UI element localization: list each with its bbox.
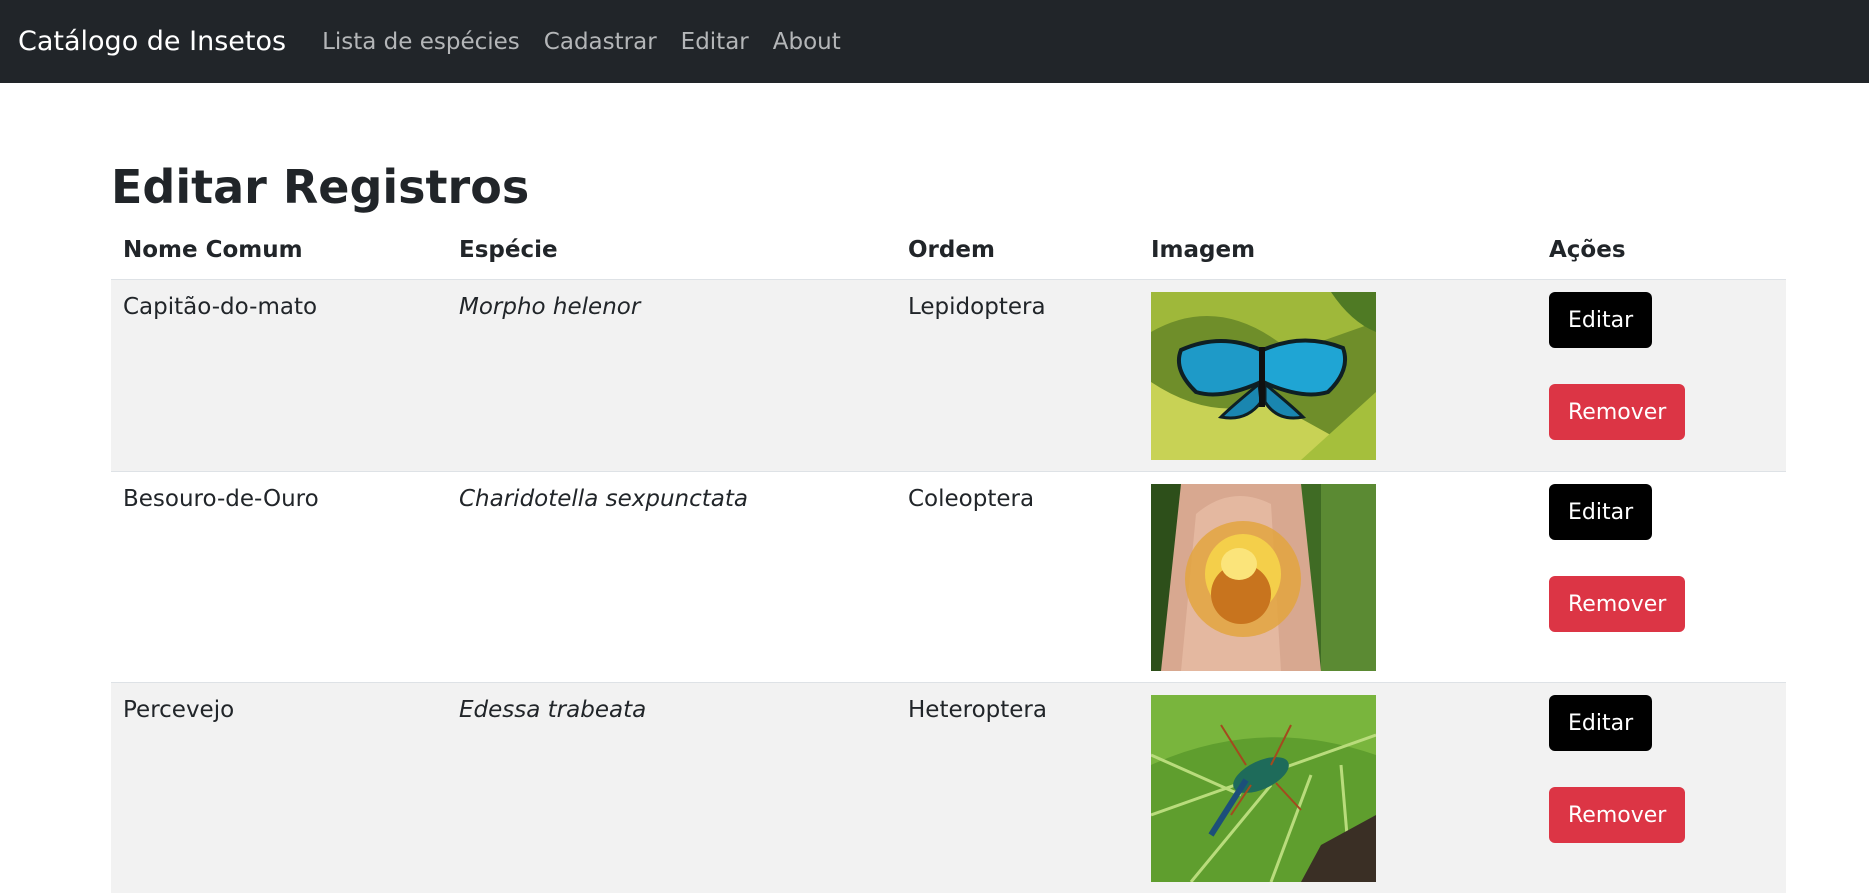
cell-actions: Editar Remover bbox=[1537, 472, 1786, 683]
header-ordem: Ordem bbox=[896, 229, 1139, 280]
nav-link-lista[interactable]: Lista de espécies bbox=[322, 29, 520, 55]
table-row: Capitão-do-mato Morpho helenor Lepidopte… bbox=[111, 280, 1786, 472]
cell-order: Lepidoptera bbox=[896, 280, 1139, 472]
stink-bug-photo bbox=[1151, 695, 1376, 882]
edit-button[interactable]: Editar bbox=[1549, 695, 1652, 751]
header-nome-comum: Nome Comum bbox=[111, 229, 447, 280]
nav-link-about[interactable]: About bbox=[773, 29, 841, 55]
header-acoes: Ações bbox=[1537, 229, 1786, 280]
navbar-brand[interactable]: Catálogo de Insetos bbox=[18, 26, 286, 57]
remove-button[interactable]: Remover bbox=[1549, 787, 1685, 843]
header-especie: Espécie bbox=[447, 229, 896, 280]
cell-image bbox=[1139, 280, 1537, 472]
records-table: Nome Comum Espécie Ordem Imagem Ações Ca… bbox=[111, 229, 1786, 893]
cell-common-name: Percevejo bbox=[111, 683, 447, 893]
page-title: Editar Registros bbox=[111, 159, 1786, 215]
table-header-row: Nome Comum Espécie Ordem Imagem Ações bbox=[111, 229, 1786, 280]
table-row: Percevejo Edessa trabeata Heteroptera bbox=[111, 683, 1786, 893]
table-row: Besouro-de-Ouro Charidotella sexpunctata… bbox=[111, 472, 1786, 683]
main-container: Editar Registros Nome Comum Espécie Orde… bbox=[111, 83, 1786, 893]
cell-order: Coleoptera bbox=[896, 472, 1139, 683]
cell-actions: Editar Remover bbox=[1537, 683, 1786, 893]
cell-species: Charidotella sexpunctata bbox=[447, 472, 896, 683]
nav-link-cadastrar[interactable]: Cadastrar bbox=[544, 29, 657, 55]
cell-image bbox=[1139, 683, 1537, 893]
nav-link-editar[interactable]: Editar bbox=[681, 29, 749, 55]
cell-image bbox=[1139, 472, 1537, 683]
remove-button[interactable]: Remover bbox=[1549, 576, 1685, 632]
blue-butterfly-photo bbox=[1151, 292, 1376, 460]
cell-order: Heteroptera bbox=[896, 683, 1139, 893]
cell-common-name: Capitão-do-mato bbox=[111, 280, 447, 472]
cell-species: Morpho helenor bbox=[447, 280, 896, 472]
golden-beetle-photo bbox=[1151, 484, 1376, 671]
cell-species: Edessa trabeata bbox=[447, 683, 896, 893]
cell-common-name: Besouro-de-Ouro bbox=[111, 472, 447, 683]
remove-button[interactable]: Remover bbox=[1549, 384, 1685, 440]
edit-button[interactable]: Editar bbox=[1549, 484, 1652, 540]
navbar: Catálogo de Insetos Lista de espécies Ca… bbox=[0, 0, 1869, 83]
cell-actions: Editar Remover bbox=[1537, 280, 1786, 472]
edit-button[interactable]: Editar bbox=[1549, 292, 1652, 348]
header-imagem: Imagem bbox=[1139, 229, 1537, 280]
